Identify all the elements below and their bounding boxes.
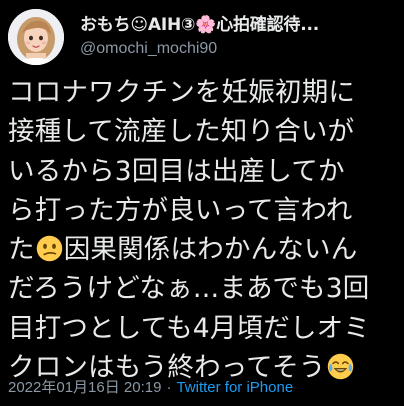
meta-separator: · [166, 379, 172, 396]
avatar-image [8, 9, 64, 65]
tweet-line: た [8, 234, 35, 266]
source-link[interactable]: Twitter for iPhone [176, 379, 293, 396]
display-name[interactable]: おもち☺AIH③🌸心拍確認待... [80, 10, 319, 35]
tweet-line: 目打つとしても4月頃だしオミ [8, 312, 371, 344]
tweet-line: ら打った方が良いって言われ [8, 194, 353, 226]
tweet-card: おもち☺AIH③🌸心拍確認待... @omochi_mochi90 コロナワクチ… [0, 0, 404, 406]
user-handle[interactable]: @omochi_mochi90 [80, 40, 217, 58]
tweet-line: だろうけどなぁ…まあでも3回 [8, 273, 370, 305]
tweet-meta: 2022年01月16日 20:19 · Twitter for iPhone [8, 376, 293, 397]
confused-face-icon [36, 234, 63, 262]
tweet-line: 因果関係はわかんないん [63, 234, 358, 266]
tweet-line: 接種して流産した知り合いが [8, 116, 355, 148]
tweet-line: いるから3回目は出産してか [8, 155, 345, 187]
tweet-line: コロナワクチンを妊娠初期に [8, 77, 356, 108]
tweet-text: コロナワクチンを妊娠初期に 接種して流産した知り合いが いるから3回目は出産して… [8, 73, 400, 387]
tears-of-joy-icon [327, 352, 354, 380]
avatar[interactable] [8, 9, 64, 65]
timestamp[interactable]: 2022年01月16日 20:19 [8, 379, 161, 396]
